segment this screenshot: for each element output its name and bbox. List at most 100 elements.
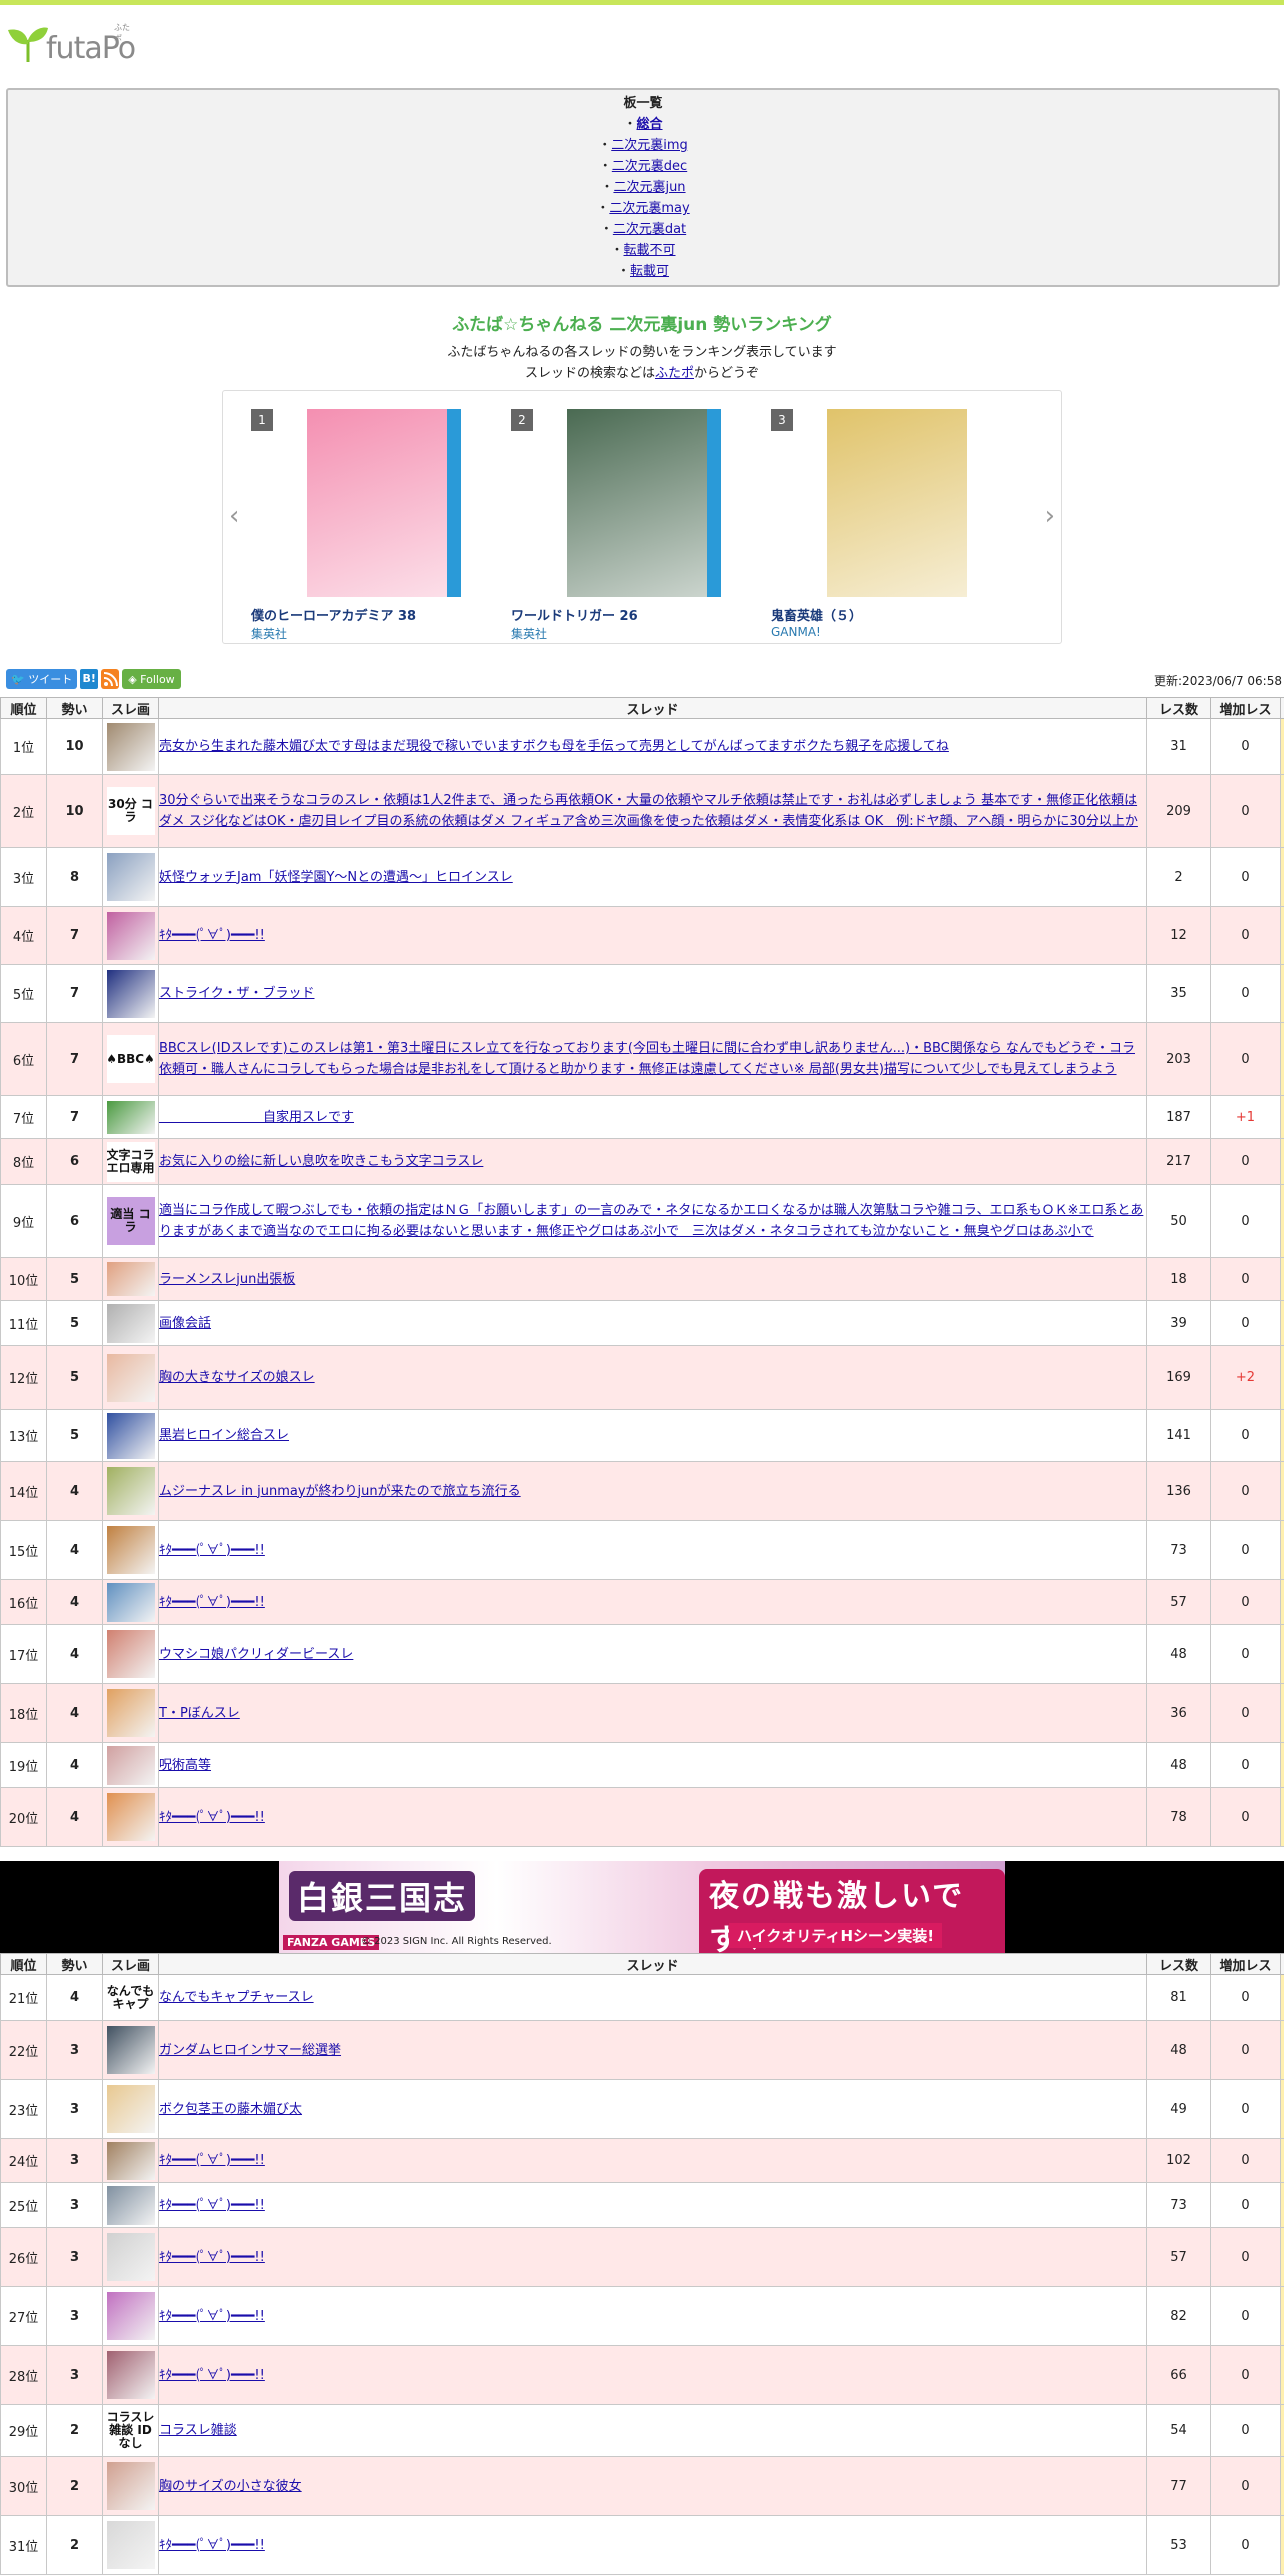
- book-publisher[interactable]: 集英社: [511, 625, 547, 642]
- thread-link[interactable]: 黒岩ヒロイン総合スレ: [159, 1428, 289, 1443]
- thread-thumbnail[interactable]: [107, 2142, 155, 2180]
- ad-banner[interactable]: 白銀三国志 夜の戦も激しいです♥ ハイクオリティHシーン実装! FANZA GA…: [279, 1861, 1005, 1953]
- book-cover-image[interactable]: [827, 409, 967, 597]
- thread-thumbnail[interactable]: [107, 2026, 155, 2074]
- thread-link[interactable]: ｷﾀ━━━(ﾟ∀ﾟ)━━━!!: [159, 1810, 265, 1825]
- thread-link[interactable]: ストライク・ザ・ブラッド: [159, 986, 314, 1001]
- thread-thumbnail[interactable]: コラスレ雑談 IDなし: [107, 2408, 155, 2454]
- thread-thumbnail[interactable]: [107, 1354, 155, 1402]
- futapo-link[interactable]: ふたポ: [655, 366, 694, 381]
- board-link[interactable]: 総合: [637, 117, 663, 132]
- thread-link[interactable]: ｷﾀ━━━(ﾟ∀ﾟ)━━━!!: [159, 928, 265, 943]
- thread-link[interactable]: 胸のサイズの小さな彼女: [159, 2479, 302, 2494]
- thread-link[interactable]: ｷﾀ━━━(ﾟ∀ﾟ)━━━!!: [159, 2309, 265, 2324]
- board-link[interactable]: 二次元裏dat: [613, 222, 686, 237]
- thread-link[interactable]: ｷﾀ━━━(ﾟ∀ﾟ)━━━!!: [159, 2538, 265, 2553]
- board-link[interactable]: 二次元裏dec: [612, 159, 687, 174]
- board-list-item: ・二次元裏dec: [8, 156, 1278, 177]
- board-link[interactable]: 二次元裏img: [611, 138, 688, 153]
- thread-thumbnail[interactable]: [107, 723, 155, 771]
- book-cover-image[interactable]: [307, 409, 461, 597]
- thread-thumbnail[interactable]: [107, 1413, 155, 1459]
- thread-link[interactable]: 適当にコラ作成して暇つぶしでも・依頼の指定はＮＧ「お願いします」の一言のみで・ネ…: [159, 1203, 1143, 1239]
- thread-link[interactable]: ウマシコ娘パクリィダービースレ: [159, 1647, 353, 1662]
- thread-link[interactable]: ガンダムヒロインサマー総選挙: [159, 2043, 341, 2058]
- thread-link[interactable]: ｷﾀ━━━(ﾟ∀ﾟ)━━━!!: [159, 2153, 265, 2168]
- thread-link[interactable]: 胸の大きなサイズの娘スレ: [159, 1370, 315, 1385]
- thread-link[interactable]: ムジーナスレ in junmayが終わりjunが来たので旅立ち流行る: [159, 1484, 521, 1499]
- carousel-prev-icon[interactable]: ‹: [229, 501, 239, 531]
- book-publisher[interactable]: 集英社: [251, 625, 287, 642]
- thread-link[interactable]: BBCスレ(IDスレです)このスレは第1・第3土曜日にスレ立てを行なっております…: [159, 1041, 1135, 1077]
- book-title[interactable]: ワールドトリガー 26: [511, 605, 638, 624]
- site-logo[interactable]: futaPo ふたポ: [6, 22, 135, 66]
- board-link[interactable]: 二次元裏jun: [613, 180, 685, 195]
- tweet-button[interactable]: 🐦 ツイート: [6, 669, 77, 689]
- thread-link[interactable]: 自家用スレです: [159, 1110, 354, 1125]
- thumbnail-cell: 適当 コラ: [103, 1185, 159, 1258]
- board-link[interactable]: 転載可: [630, 264, 669, 279]
- thread-thumbnail[interactable]: 適当 コラ: [107, 1197, 155, 1245]
- carousel-next-icon[interactable]: ›: [1045, 501, 1055, 531]
- board-link[interactable]: 二次元裏may: [609, 201, 689, 216]
- thread-thumbnail[interactable]: 文字コラ エロ専用: [107, 1142, 155, 1182]
- thread-thumbnail[interactable]: [107, 2085, 155, 2133]
- thread-thumbnail[interactable]: [107, 912, 155, 960]
- board-name-cell: 二次元裏jun: [1281, 1139, 1284, 1185]
- thread-thumbnail[interactable]: [107, 1689, 155, 1737]
- thread-thumbnail[interactable]: [107, 970, 155, 1018]
- thread-link[interactable]: 呪術高等: [159, 1758, 211, 1773]
- thread-link[interactable]: ボク包茎王の藤木媚び太: [159, 2102, 302, 2117]
- thread-link[interactable]: ｷﾀ━━━(ﾟ∀ﾟ)━━━!!: [159, 2250, 265, 2265]
- feedly-follow-button[interactable]: ◈ Follow: [122, 669, 180, 689]
- thread-thumbnail[interactable]: なんでも キャプ: [107, 1978, 155, 2018]
- book-publisher[interactable]: GANMA!: [771, 625, 821, 639]
- thread-thumbnail[interactable]: [107, 1630, 155, 1678]
- thread-thumbnail[interactable]: [107, 2186, 155, 2225]
- table-row: 5位7ストライク・ザ・ブラッド350二次元裏jun: [1, 965, 1284, 1023]
- thread-link[interactable]: ｷﾀ━━━(ﾟ∀ﾟ)━━━!!: [159, 2368, 265, 2383]
- thread-link[interactable]: 妖怪ウォッチJam「妖怪学園Y〜Nとの遭遇〜」ヒロインスレ: [159, 870, 513, 885]
- thread-link[interactable]: 売女から生まれた藤木媚び太です母はまだ現役で稼いでいますボクも母を手伝って売男と…: [159, 739, 949, 754]
- book-title[interactable]: 僕のヒーローアカデミア 38: [251, 605, 416, 624]
- thread-thumbnail[interactable]: [107, 853, 155, 901]
- book-cover-image[interactable]: [567, 409, 721, 597]
- thread-thumbnail[interactable]: [107, 1467, 155, 1515]
- thread-thumbnail[interactable]: [107, 1583, 155, 1622]
- thread-link[interactable]: 30分ぐらいで出来そうなコラのスレ・依頼は1人2件まで、通ったら再依頼OK・大量…: [159, 793, 1138, 829]
- hatena-bookmark-button[interactable]: B!: [80, 669, 98, 689]
- thread-thumbnail[interactable]: [107, 2351, 155, 2399]
- thread-thumbnail[interactable]: [107, 2462, 155, 2510]
- thread-thumbnail[interactable]: [107, 1746, 155, 1785]
- desc-pre: スレッドの検索などは: [525, 366, 655, 381]
- thread-thumbnail[interactable]: ♠BBC♠: [107, 1035, 155, 1083]
- board-link[interactable]: 転載不可: [624, 243, 676, 258]
- table-row: 24位3ｷﾀ━━━(ﾟ∀ﾟ)━━━!!1020二次元裏jun: [1, 2139, 1284, 2183]
- thread-thumbnail[interactable]: [107, 1526, 155, 1574]
- ikioi-cell: 6: [47, 1139, 103, 1185]
- thread-link[interactable]: お気に入りの絵に新しい息吹を吹きこもう文字コラスレ: [159, 1154, 483, 1169]
- follow-label: Follow: [140, 673, 175, 686]
- thread-link[interactable]: ｷﾀ━━━(ﾟ∀ﾟ)━━━!!: [159, 2198, 265, 2213]
- thread-thumbnail[interactable]: 30分 コラ: [107, 787, 155, 835]
- thread-link[interactable]: T・Pぼんスレ: [159, 1706, 240, 1721]
- thread-title-cell: お気に入りの絵に新しい息吹を吹きこもう文字コラスレ: [159, 1139, 1147, 1185]
- thread-thumbnail[interactable]: [107, 2521, 155, 2569]
- thread-thumbnail[interactable]: [107, 2233, 155, 2281]
- thread-link[interactable]: ｷﾀ━━━(ﾟ∀ﾟ)━━━!!: [159, 1543, 265, 1558]
- book-title[interactable]: 鬼畜英雄（５）: [771, 605, 862, 624]
- board-name-cell: 二次元裏jun: [1281, 1521, 1284, 1580]
- thread-thumbnail[interactable]: [107, 1262, 155, 1296]
- thread-thumbnail[interactable]: [107, 1304, 155, 1343]
- thread-link[interactable]: ｷﾀ━━━(ﾟ∀ﾟ)━━━!!: [159, 1595, 265, 1610]
- thread-link[interactable]: なんでもキャプチャースレ: [159, 1990, 314, 2005]
- thread-thumbnail[interactable]: [107, 2292, 155, 2340]
- rss-icon[interactable]: [101, 669, 119, 689]
- thread-link[interactable]: 画像会話: [159, 1316, 211, 1331]
- thread-thumbnail[interactable]: [107, 1793, 155, 1841]
- thread-thumbnail[interactable]: [107, 1101, 155, 1134]
- thread-link[interactable]: ラーメンスレjun出張板: [159, 1272, 295, 1287]
- board-name-cell: 二次元裏jun: [1281, 1743, 1284, 1788]
- thread-link[interactable]: コラスレ雑談: [159, 2423, 237, 2438]
- ad-left-text: 白銀三国志: [289, 1871, 475, 1921]
